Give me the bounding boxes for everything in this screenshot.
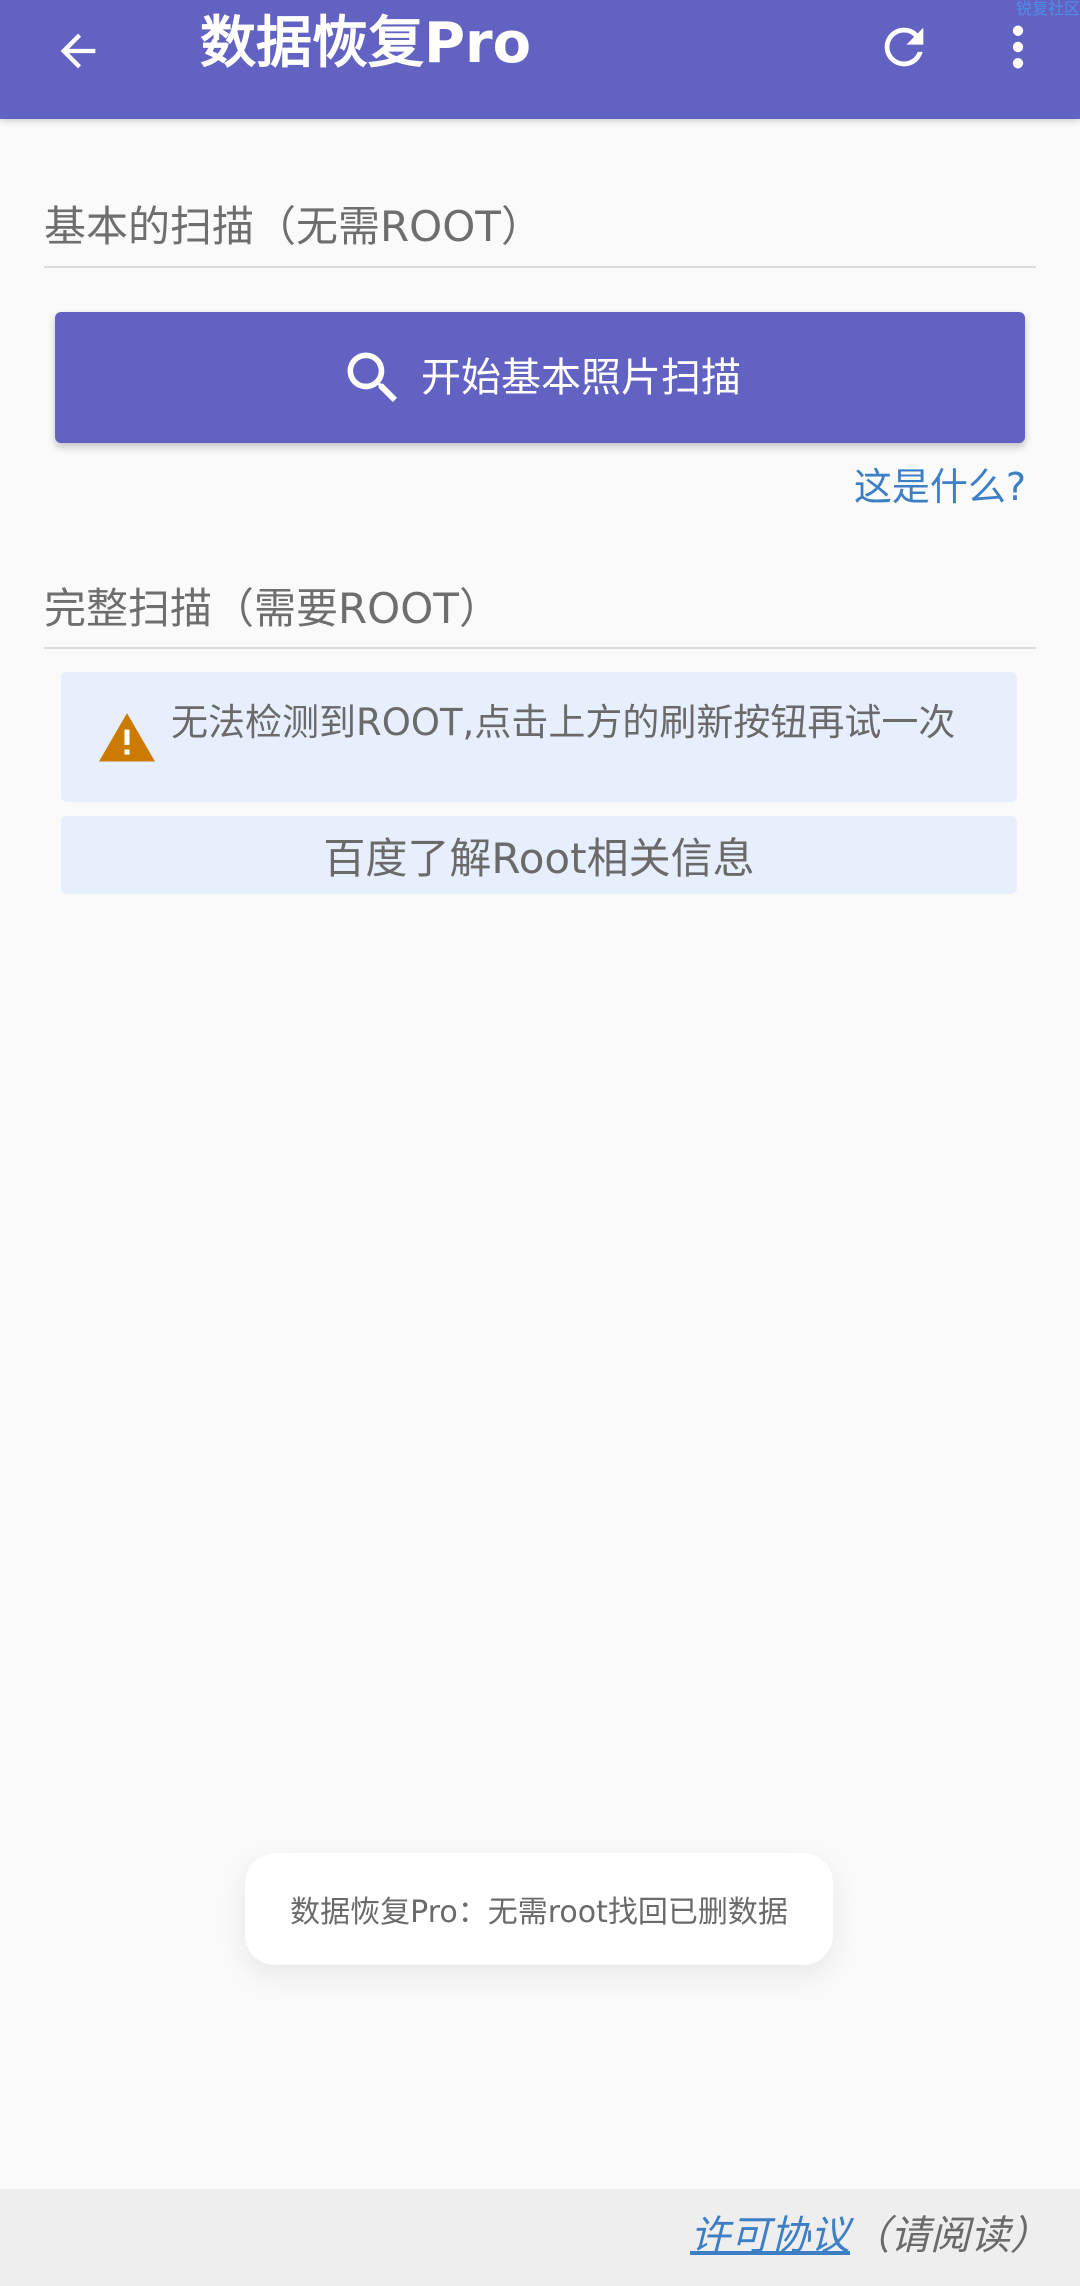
warning-icon bbox=[99, 713, 155, 762]
watermark: 锐复社区 bbox=[1015, 0, 1080, 18]
start-basic-scan-label: 开始基本照片扫描 bbox=[421, 354, 741, 401]
toast-message: 数据恢复Pro：无需root找回已删数据 bbox=[245, 1853, 833, 1965]
app-bar: 数据恢复Pro 锐复社区 bbox=[0, 0, 1080, 119]
refresh-button[interactable] bbox=[866, 9, 942, 85]
arrow-left-icon bbox=[60, 33, 96, 69]
search-icon bbox=[347, 352, 398, 402]
baidu-root-info-button[interactable]: 百度了解Root相关信息 bbox=[61, 816, 1017, 894]
app-title: 数据恢复Pro bbox=[200, 11, 532, 76]
full-scan-title: 完整扫描（需要ROOT） bbox=[44, 584, 501, 633]
more-vert-icon bbox=[1012, 25, 1024, 69]
root-warning-box: 无法检测到ROOT,点击上方的刷新按钮再试一次 bbox=[61, 672, 1017, 802]
root-warning-text: 无法检测到ROOT,点击上方的刷新按钮再试一次 bbox=[171, 701, 956, 744]
basic-scan-divider bbox=[44, 266, 1036, 268]
license-agreement-link[interactable]: 许可协议 bbox=[690, 2213, 850, 2259]
full-scan-divider bbox=[44, 647, 1036, 649]
refresh-icon bbox=[884, 27, 924, 67]
back-button[interactable] bbox=[40, 13, 116, 89]
basic-scan-title: 基本的扫描（无需ROOT） bbox=[44, 202, 543, 251]
footer-bar: 许可协议（请阅读） bbox=[0, 2189, 1080, 2286]
footer-license: 许可协议（请阅读） bbox=[690, 2209, 1050, 2263]
start-basic-scan-button[interactable]: 开始基本照片扫描 bbox=[55, 312, 1025, 443]
license-note: （请阅读） bbox=[850, 2213, 1050, 2259]
more-options-button[interactable] bbox=[980, 9, 1056, 85]
what-is-this-link[interactable]: 这是什么? bbox=[854, 462, 1026, 512]
